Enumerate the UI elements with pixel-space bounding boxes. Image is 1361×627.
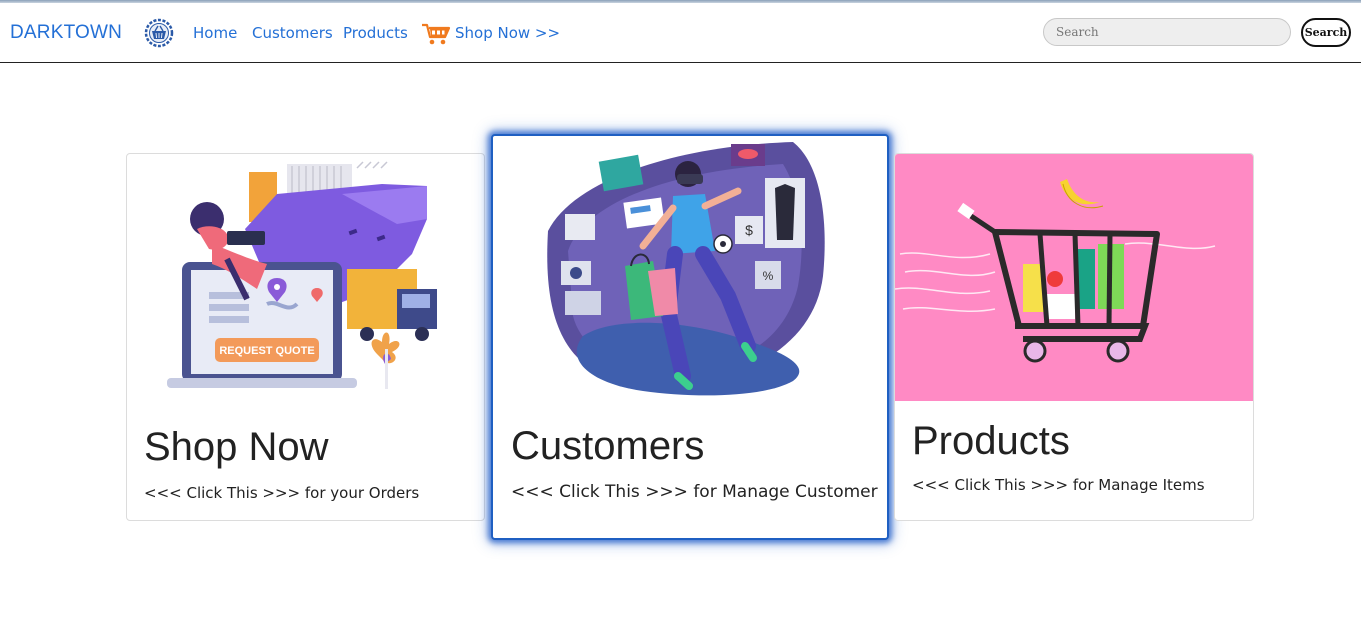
- card-customers[interactable]: $ % Customers <<< Click This >>> for Man…: [491, 134, 889, 540]
- card-title: Shop Now: [144, 425, 329, 469]
- nav-products[interactable]: Products: [343, 24, 408, 42]
- nav-home[interactable]: Home: [193, 24, 237, 42]
- nav-customers[interactable]: Customers: [252, 24, 333, 42]
- card-text: <<< Click This >>> for your Orders: [144, 484, 420, 502]
- vr-shopping-illustration: $ %: [547, 142, 825, 396]
- nav-shop-now[interactable]: Shop Now >>: [455, 24, 560, 42]
- request-quote-illustration: REQUEST QUOTE: [167, 161, 437, 389]
- search-button[interactable]: Search: [1301, 18, 1351, 47]
- card-title: Customers: [511, 424, 705, 468]
- svg-text:$: $: [745, 222, 753, 238]
- basket-logo-icon[interactable]: [144, 18, 174, 48]
- shopping-cart-illustration: [895, 154, 1253, 401]
- card-shop-now[interactable]: REQUEST QUOTE Shop Now <<< Click This >>…: [126, 153, 485, 521]
- search-input[interactable]: [1043, 18, 1291, 46]
- card-title: Products: [912, 419, 1070, 463]
- svg-text:%: %: [763, 269, 774, 283]
- card-products[interactable]: Products <<< Click This >>> for Manage I…: [894, 153, 1254, 521]
- cart-icon[interactable]: [421, 21, 451, 47]
- card-text: <<< Click This >>> for Manage Items: [912, 476, 1205, 494]
- brand-link[interactable]: DARKTOWN: [10, 22, 122, 44]
- card-text: <<< Click This >>> for Manage Customer: [511, 482, 878, 502]
- request-quote-label: REQUEST QUOTE: [219, 345, 314, 357]
- navbar: DARKTOWN Home Customers Products Shop No…: [0, 3, 1361, 63]
